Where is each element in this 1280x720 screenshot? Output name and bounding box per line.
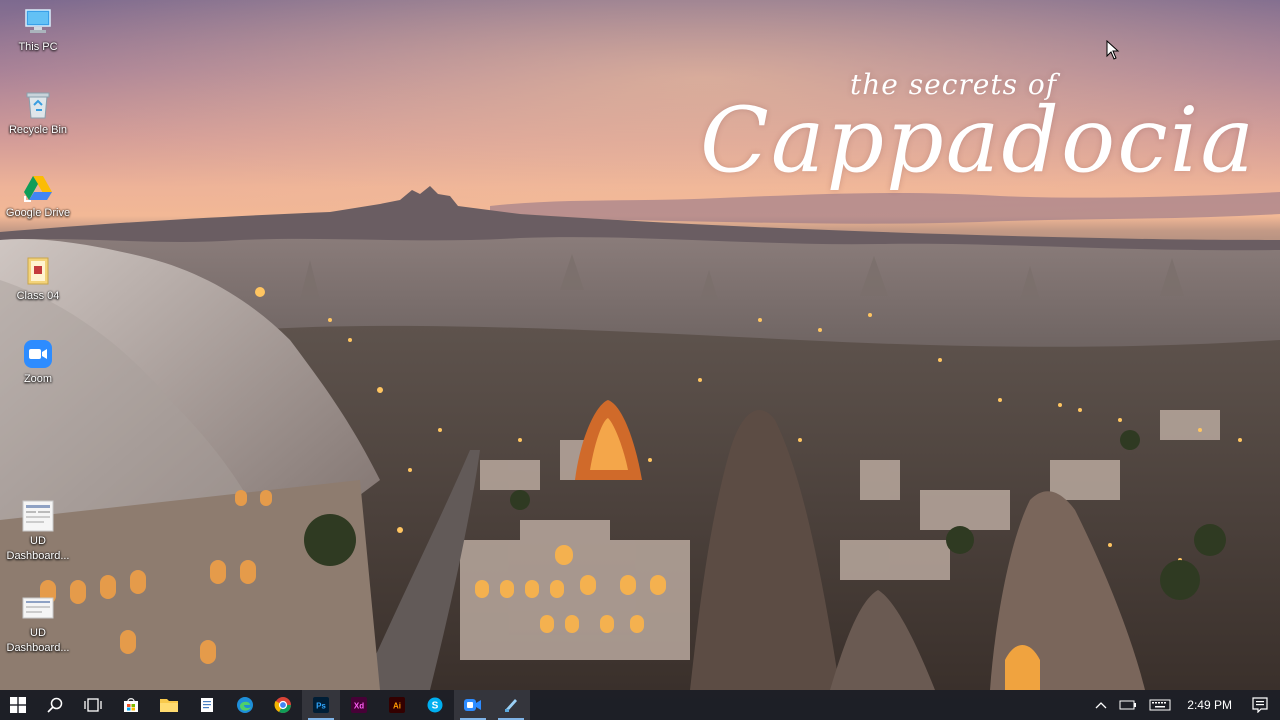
desktop: the secrets of Cappadocia This PC Recycl…: [0, 0, 1280, 720]
xd-icon: Xd: [351, 697, 367, 713]
document-icon: [22, 500, 54, 532]
skype-button[interactable]: S: [416, 690, 454, 720]
illustrator-text: Ai: [393, 702, 401, 711]
action-center-button[interactable]: [1244, 690, 1280, 720]
desktop-icon-ud-dashboard-1[interactable]: UD Dashboard...: [0, 500, 76, 564]
desktop-icon-label: Recycle Bin: [8, 124, 68, 136]
desktop-icon-google-drive[interactable]: Google Drive: [0, 172, 76, 221]
snip-icon: [505, 699, 517, 712]
keyboard-icon: [1149, 699, 1171, 711]
taskbar: Ps Xd Ai S 2:49 PM: [0, 690, 1280, 720]
task-view-button[interactable]: [74, 690, 112, 720]
illustrator-button[interactable]: Ai: [378, 690, 416, 720]
desktop-icon-label: This PC: [18, 41, 58, 53]
chevron-up-icon: [1095, 702, 1107, 709]
recycle-bin-icon: [22, 89, 54, 121]
desktop-icon-label: UD Dashboard...: [6, 535, 70, 562]
battery-button[interactable]: [1113, 690, 1143, 720]
zoom-icon: [22, 338, 54, 370]
desktop-icon-zoom[interactable]: Zoom: [0, 338, 76, 387]
photoshop-button[interactable]: Ps: [302, 690, 340, 720]
system-tray: 2:49 PM: [1089, 690, 1280, 720]
clock[interactable]: 2:49 PM: [1177, 698, 1244, 712]
google-drive-icon: [22, 172, 54, 204]
desktop-icon-label: Class 04: [16, 290, 60, 302]
desktop-icon-ud-dashboard-2[interactable]: UD Dashboard...: [0, 592, 76, 656]
skype-text: S: [432, 701, 439, 712]
chrome-button[interactable]: [264, 690, 302, 720]
wallpaper-title: Cappadocia: [700, 88, 1257, 193]
photoshop-text: Ps: [316, 702, 326, 711]
adobe-xd-button[interactable]: Xd: [340, 690, 378, 720]
store-icon: [124, 698, 138, 712]
zoom-icon: [464, 699, 481, 711]
desktop-icon-label: Google Drive: [5, 207, 71, 219]
illustrator-icon: Ai: [389, 697, 405, 713]
search-icon: [47, 697, 63, 713]
desktop-icon-label: UD Dashboard...: [6, 627, 70, 654]
photoshop-icon: Ps: [313, 697, 329, 713]
folder-icon: [160, 699, 178, 712]
xd-text: Xd: [354, 702, 364, 711]
chrome-icon: [274, 697, 291, 714]
document-icon: [22, 592, 54, 624]
desktop-icon-recycle-bin[interactable]: Recycle Bin: [0, 89, 76, 138]
mouse-cursor-icon: [1106, 40, 1120, 60]
show-hidden-icons-button[interactable]: [1089, 690, 1113, 720]
snip-tool-button[interactable]: [492, 690, 530, 720]
start-button[interactable]: [0, 690, 36, 720]
notification-icon: [1252, 697, 1268, 713]
notepad-button[interactable]: [188, 690, 226, 720]
file-explorer-button[interactable]: [150, 690, 188, 720]
touch-keyboard-button[interactable]: [1143, 690, 1177, 720]
edge-icon: [237, 697, 253, 713]
computer-icon: [22, 6, 54, 38]
search-button[interactable]: [36, 690, 74, 720]
windows-logo-icon: [10, 697, 26, 713]
notepad-icon: [201, 698, 213, 712]
desktop-icon-label: Zoom: [23, 373, 53, 385]
skype-icon: S: [427, 697, 443, 713]
store-button[interactable]: [112, 690, 150, 720]
task-view-icon: [84, 698, 102, 712]
zoom-button[interactable]: [454, 690, 492, 720]
desktop-icon-class-04[interactable]: Class 04: [0, 255, 76, 304]
edge-button[interactable]: [226, 690, 264, 720]
desktop-icon-this-pc[interactable]: This PC: [0, 6, 76, 55]
battery-icon: [1119, 700, 1137, 710]
folder-icon: [22, 255, 54, 287]
